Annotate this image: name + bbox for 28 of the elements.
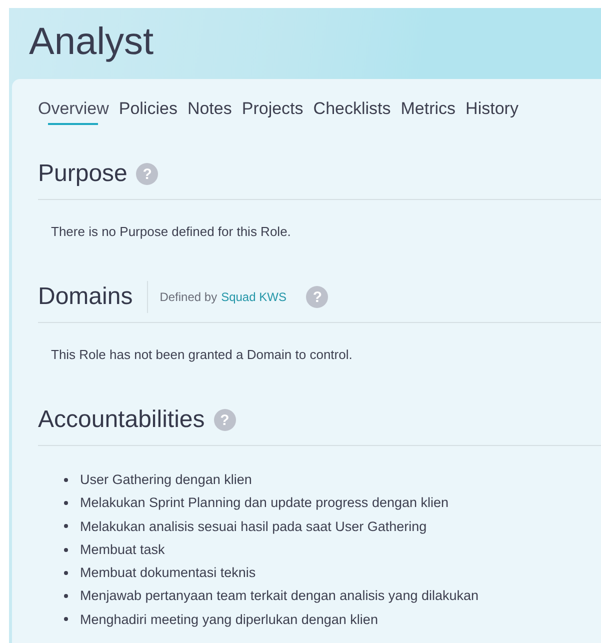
section-text: This Role has not been granted a Domain to control. [51, 347, 354, 362]
bullet-icon [64, 524, 68, 528]
tab[interactable]: Metrics [400, 97, 456, 125]
role-title: Analyst [28, 20, 155, 65]
accountability-item: User Gathering dengan klien [80, 471, 252, 489]
tab[interactable]: Overview [38, 97, 109, 125]
accountability-item: Menjawab pertanyaan team terkait dengan analisis yang dilakukan [80, 587, 479, 606]
accountability-item: Menghadiri meeting yang diperlukan dengan klien [80, 610, 378, 629]
accountability-item: Membuat dokumentasi teknis [80, 564, 256, 582]
tab[interactable]: Checklists [313, 97, 391, 125]
section-heading: Purpose [38, 160, 128, 188]
tab[interactable]: Projects [242, 97, 304, 125]
bullet-icon [64, 570, 68, 575]
bullet-icon [64, 617, 68, 622]
accountability-item: Membuat task [80, 540, 165, 559]
accountability-item: Melakukan Sprint Planning dan update progress dengan klien [80, 494, 449, 512]
section-heading: Accountabilities [38, 406, 205, 434]
section-text: There is no Purpose defined for this Role. [51, 224, 292, 239]
tab[interactable]: Notes [187, 97, 232, 125]
accountability-item: Melakukan analisis sesuai hasil pada saat User Gathering [80, 518, 427, 536]
bullet-icon [64, 548, 68, 552]
tab[interactable]: Policies [118, 97, 178, 125]
bullet-icon [64, 500, 68, 505]
bullet-icon [64, 478, 68, 482]
bullet-icon [64, 594, 68, 598]
tab[interactable]: History [466, 97, 518, 125]
defined-by-label: Defined by [160, 290, 218, 304]
section-heading: Domains [38, 283, 133, 311]
